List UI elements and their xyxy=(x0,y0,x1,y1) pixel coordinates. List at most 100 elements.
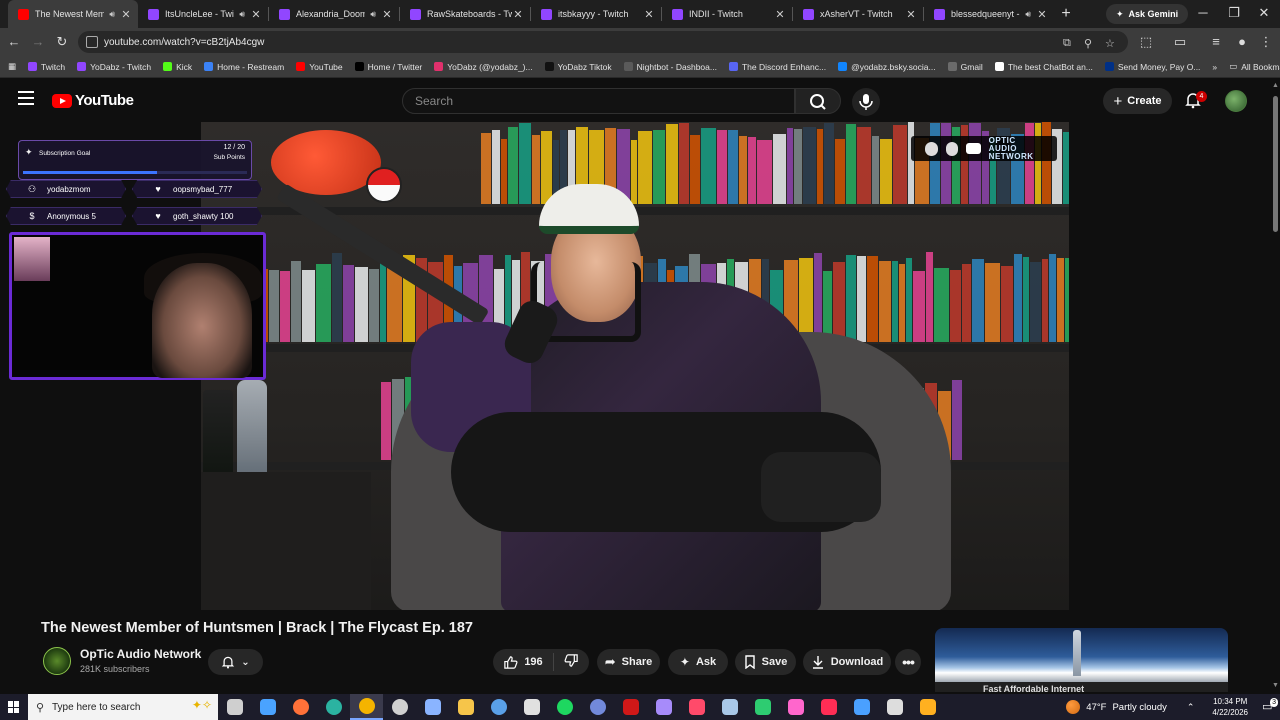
weather-widget[interactable]: 47°F Partly cloudy xyxy=(1066,700,1179,714)
install-app-icon[interactable]: ⧉ xyxy=(1063,37,1071,50)
taskbar-app-button[interactable] xyxy=(713,694,746,720)
taskbar-app-button[interactable] xyxy=(317,694,350,720)
close-tab-icon[interactable]: ✕ xyxy=(643,8,655,21)
taskbar-app-button[interactable] xyxy=(581,694,614,720)
voice-search-button[interactable] xyxy=(852,88,880,116)
taskbar-app-button[interactable] xyxy=(911,694,944,720)
bookmark-star-icon[interactable]: ☆ xyxy=(1105,37,1115,50)
new-tab-button[interactable]: + xyxy=(1054,5,1078,23)
close-tab-icon[interactable]: ✕ xyxy=(905,8,917,21)
taskbar-app-button[interactable] xyxy=(350,694,383,720)
ask-gemini-button[interactable]: ✦ Ask Gemini xyxy=(1106,4,1189,24)
channel-avatar[interactable] xyxy=(43,647,71,675)
bookmark-item[interactable]: Home - Restream xyxy=(198,62,290,72)
audio-playing-icon[interactable]: 🔊︎ xyxy=(370,9,376,20)
close-tab-icon[interactable]: ✕ xyxy=(512,8,524,21)
ask-button[interactable]: ✦ Ask xyxy=(668,649,728,675)
close-tab-icon[interactable]: ✕ xyxy=(774,8,786,21)
close-tab-icon[interactable]: ✕ xyxy=(381,8,393,21)
browser-tab[interactable]: xAsherVT - Twitch ✕ xyxy=(793,0,923,28)
taskbar-app-button[interactable] xyxy=(647,694,680,720)
taskbar-app-button[interactable] xyxy=(548,694,581,720)
taskbar-app-button[interactable] xyxy=(449,694,482,720)
share-button[interactable]: ➦ Share xyxy=(597,649,660,675)
address-bar[interactable]: youtube.com/watch?v=cB2tjAb4cgw ⧉ ⚲ ☆ xyxy=(78,31,1128,53)
scroll-down-arrow[interactable]: ▼ xyxy=(1272,682,1279,689)
video-player[interactable] xyxy=(201,122,1069,610)
audio-playing-icon[interactable]: 🔊︎ xyxy=(1025,9,1031,20)
bookmark-item[interactable]: Kick xyxy=(157,62,198,72)
bookmark-item[interactable]: YoDabz (@yodabz_)... xyxy=(428,62,538,72)
taskbar-app-button[interactable] xyxy=(416,694,449,720)
browser-tab[interactable]: The Newest Memb 🔊︎ ✕ xyxy=(8,0,138,28)
audio-playing-icon[interactable]: 🔊︎ xyxy=(239,9,245,20)
close-tab-icon[interactable]: ✕ xyxy=(1036,8,1048,21)
taskbar-app-button[interactable] xyxy=(779,694,812,720)
taskbar-app-button[interactable] xyxy=(680,694,713,720)
browser-tab[interactable]: ItsUncleLee - Twitch 🔊︎ ✕ xyxy=(138,0,268,28)
download-button[interactable]: Download xyxy=(803,649,891,675)
browser-tab[interactable]: Alexandria_Doom 🔊︎ ✕ xyxy=(269,0,399,28)
browser-tab[interactable]: blessedqueenyt - T 🔊︎ ✕ xyxy=(924,0,1054,28)
browser-tab[interactable]: itsbkayyy - Twitch ✕ xyxy=(531,0,661,28)
all-bookmarks-button[interactable]: ▭ All Bookmarks xyxy=(1223,61,1280,72)
close-window-icon[interactable]: ✕ xyxy=(1254,5,1274,21)
notification-center-button[interactable]: ▭ 3 xyxy=(1258,696,1280,718)
bookmark-item[interactable]: Gmail xyxy=(942,62,989,72)
bookmark-item[interactable]: Nightbot - Dashboa... xyxy=(618,62,723,72)
dislike-button[interactable] xyxy=(564,653,579,671)
minimize-icon[interactable]: ─ xyxy=(1193,5,1213,20)
back-icon[interactable]: ← xyxy=(6,34,22,49)
scroll-up-arrow[interactable]: ▲ xyxy=(1272,82,1279,89)
taskbar-app-button[interactable] xyxy=(383,694,416,720)
more-bookmarks-button[interactable]: » xyxy=(1206,62,1223,72)
browser-tab[interactable]: RawSkateboards - Twit ✕ xyxy=(400,0,530,28)
profile-icon[interactable]: ● xyxy=(1234,34,1250,49)
taskbar-app-button[interactable] xyxy=(515,694,548,720)
hamburger-menu-icon[interactable] xyxy=(18,91,34,105)
bookmark-item[interactable]: Twitch xyxy=(22,62,71,72)
bookmark-item[interactable]: Home / Twitter xyxy=(349,62,429,72)
maximize-icon[interactable]: ❐ xyxy=(1224,5,1244,21)
extensions-icon[interactable]: ⬚ xyxy=(1138,34,1154,50)
channel-name[interactable]: OpTic Audio Network xyxy=(80,647,201,661)
search-input[interactable]: Search xyxy=(402,88,795,114)
bookmark-item[interactable]: YouTube xyxy=(290,62,348,72)
taskbar-app-button[interactable] xyxy=(746,694,779,720)
create-button[interactable]: + Create xyxy=(1103,88,1172,114)
search-button[interactable] xyxy=(795,88,841,114)
browser-tab[interactable]: INDII - Twitch ✕ xyxy=(662,0,792,28)
taskbar-app-button[interactable] xyxy=(218,694,251,720)
taskbar-app-button[interactable] xyxy=(845,694,878,720)
audio-playing-icon[interactable]: 🔊︎ xyxy=(109,9,115,20)
bookmark-item[interactable]: YoDabz - Twitch xyxy=(71,62,157,72)
save-button[interactable]: Save xyxy=(735,649,796,675)
forward-icon[interactable]: → xyxy=(30,34,46,49)
taskbar-app-button[interactable] xyxy=(812,694,845,720)
taskbar-app-button[interactable] xyxy=(878,694,911,720)
apps-grid-icon[interactable]: ▦ xyxy=(0,61,22,72)
media-control-icon[interactable]: ≡ xyxy=(1208,34,1224,49)
like-button[interactable]: 196 xyxy=(503,655,543,670)
youtube-logo[interactable]: YouTube xyxy=(52,92,134,109)
close-tab-icon[interactable]: ✕ xyxy=(120,8,132,21)
sidebar-ad-card[interactable]: Fast Affordable Internet xyxy=(935,628,1228,692)
tab-search-icon[interactable]: ▭ xyxy=(1172,34,1188,50)
clock[interactable]: 10:34 PM 4/22/2026 xyxy=(1202,696,1258,718)
taskbar-app-button[interactable] xyxy=(284,694,317,720)
zoom-icon[interactable]: ⚲ xyxy=(1084,37,1092,50)
taskbar-app-button[interactable] xyxy=(251,694,284,720)
close-tab-icon[interactable]: ✕ xyxy=(250,8,262,21)
reload-icon[interactable]: ↻ xyxy=(54,34,70,50)
taskbar-app-button[interactable] xyxy=(482,694,515,720)
bookmark-item[interactable]: Send Money, Pay O... xyxy=(1099,62,1207,72)
bookmark-item[interactable]: YoDabz Tiktok xyxy=(539,62,618,72)
menu-icon[interactable]: ⋮ xyxy=(1258,34,1274,50)
taskbar-app-button[interactable] xyxy=(614,694,647,720)
channel-watermark[interactable]: OPTIC AUDIO NETWORK xyxy=(911,136,1057,161)
scrollbar-thumb[interactable] xyxy=(1273,96,1278,232)
bookmark-item[interactable]: @yodabz.bsky.socia... xyxy=(832,62,942,72)
bookmark-item[interactable]: The best ChatBot an... xyxy=(989,62,1099,72)
start-button[interactable] xyxy=(0,694,28,720)
account-avatar[interactable] xyxy=(1225,90,1247,112)
